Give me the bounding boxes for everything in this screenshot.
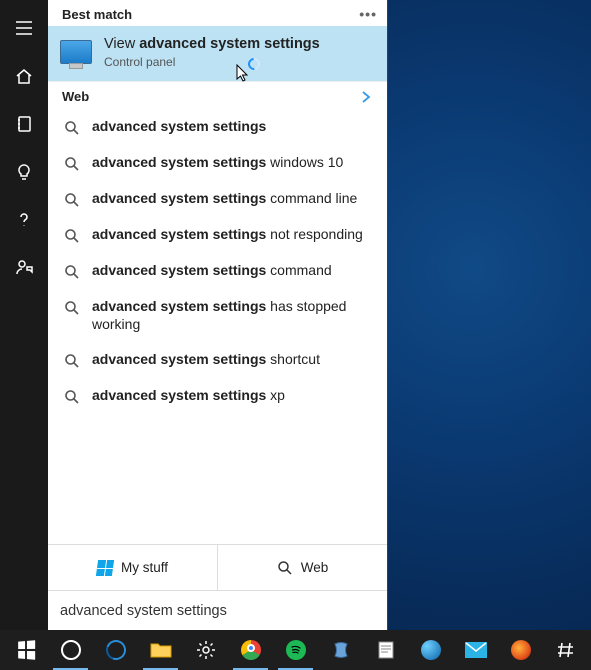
taskbar-app-9[interactable] bbox=[409, 630, 452, 670]
suggestion-text: advanced system settings command bbox=[92, 262, 373, 280]
taskbar-file-explorer[interactable] bbox=[139, 630, 182, 670]
scope-bar: My stuff Web bbox=[48, 544, 387, 590]
suggestion-item[interactable]: advanced system settings bbox=[48, 109, 387, 145]
home-icon bbox=[14, 66, 34, 86]
best-match-subtitle: Control panel bbox=[104, 55, 375, 69]
suggestion-item[interactable]: advanced system settings xp bbox=[48, 378, 387, 414]
control-panel-icon bbox=[60, 40, 92, 64]
hamburger-button[interactable] bbox=[0, 4, 48, 52]
search-input[interactable]: advanced system settings bbox=[48, 590, 387, 630]
cortana-ribbon bbox=[0, 0, 48, 630]
taskbar bbox=[0, 630, 591, 670]
search-icon bbox=[64, 353, 80, 369]
taskbar-firefox[interactable] bbox=[499, 630, 542, 670]
web-suggestions: advanced system settings advanced system … bbox=[48, 109, 387, 544]
hamburger-icon bbox=[14, 18, 34, 38]
suggestion-text: advanced system settings not responding bbox=[92, 226, 373, 244]
settings-icon bbox=[196, 640, 216, 660]
taskbar-app-10[interactable] bbox=[454, 630, 497, 670]
best-match-header: Best match ••• bbox=[48, 0, 387, 26]
search-icon bbox=[277, 560, 293, 576]
suggestion-item[interactable]: advanced system settings windows 10 bbox=[48, 145, 387, 181]
feedback-button[interactable] bbox=[0, 244, 48, 292]
best-match-label: Best match bbox=[62, 7, 132, 22]
chrome-icon bbox=[241, 640, 261, 660]
chevron-right-icon bbox=[359, 90, 373, 104]
best-match-result[interactable]: View advanced system settings Control pa… bbox=[48, 26, 387, 81]
file-explorer-icon bbox=[150, 641, 172, 659]
taskbar-spotify[interactable] bbox=[274, 630, 317, 670]
app-icon bbox=[331, 640, 351, 660]
search-icon bbox=[64, 228, 80, 244]
search-icon bbox=[64, 120, 80, 136]
scope-web[interactable]: Web bbox=[218, 545, 387, 590]
suggestion-text: advanced system settings shortcut bbox=[92, 351, 373, 369]
suggestion-item[interactable]: advanced system settings not responding bbox=[48, 217, 387, 253]
lightbulb-button[interactable] bbox=[0, 148, 48, 196]
suggestion-item[interactable]: advanced system settings command line bbox=[48, 181, 387, 217]
scope-web-label: Web bbox=[301, 560, 329, 575]
notebook-icon bbox=[14, 114, 34, 134]
taskbar-edge[interactable] bbox=[94, 630, 137, 670]
more-icon[interactable]: ••• bbox=[359, 6, 377, 22]
app-icon bbox=[465, 642, 487, 658]
taskbar-app-8[interactable] bbox=[364, 630, 407, 670]
suggestion-text: advanced system settings has stopped wor… bbox=[92, 298, 373, 333]
taskbar-chrome[interactable] bbox=[229, 630, 272, 670]
scope-my-stuff-label: My stuff bbox=[121, 560, 168, 575]
feedback-icon bbox=[14, 258, 34, 278]
web-header[interactable]: Web bbox=[48, 81, 387, 109]
help-icon bbox=[14, 210, 34, 230]
windows-logo-icon bbox=[96, 560, 114, 576]
search-input-value: advanced system settings bbox=[60, 603, 227, 619]
web-header-label: Web bbox=[62, 89, 89, 104]
edge-icon bbox=[102, 637, 129, 664]
spotify-icon bbox=[286, 640, 306, 660]
cortana-icon bbox=[61, 640, 81, 660]
home-button[interactable] bbox=[0, 52, 48, 100]
suggestion-text: advanced system settings windows 10 bbox=[92, 154, 373, 172]
firefox-icon bbox=[511, 640, 531, 660]
search-icon bbox=[64, 192, 80, 208]
suggestion-text: advanced system settings command line bbox=[92, 190, 373, 208]
taskbar-app-7[interactable] bbox=[319, 630, 362, 670]
taskbar-app-12[interactable] bbox=[544, 630, 587, 670]
search-icon bbox=[64, 300, 80, 316]
search-icon bbox=[64, 389, 80, 405]
suggestion-text: advanced system settings xp bbox=[92, 387, 373, 405]
search-icon bbox=[64, 156, 80, 172]
cortana-button[interactable] bbox=[49, 630, 92, 670]
lightbulb-icon bbox=[14, 162, 34, 182]
app-icon bbox=[421, 640, 441, 660]
search-icon bbox=[64, 264, 80, 280]
suggestion-text: advanced system settings bbox=[92, 118, 373, 136]
suggestion-item[interactable]: advanced system settings has stopped wor… bbox=[48, 289, 387, 342]
search-panel: Best match ••• View advanced system sett… bbox=[48, 0, 388, 630]
hash-icon bbox=[557, 641, 575, 659]
suggestion-item[interactable]: advanced system settings shortcut bbox=[48, 342, 387, 378]
notebook-button[interactable] bbox=[0, 100, 48, 148]
best-match-title: View advanced system settings bbox=[104, 36, 375, 53]
start-button[interactable] bbox=[4, 630, 47, 670]
windows-start-icon bbox=[18, 640, 35, 660]
help-button[interactable] bbox=[0, 196, 48, 244]
suggestion-item[interactable]: advanced system settings command bbox=[48, 253, 387, 289]
taskbar-settings[interactable] bbox=[184, 630, 227, 670]
app-icon bbox=[377, 640, 395, 660]
scope-my-stuff[interactable]: My stuff bbox=[48, 545, 218, 590]
